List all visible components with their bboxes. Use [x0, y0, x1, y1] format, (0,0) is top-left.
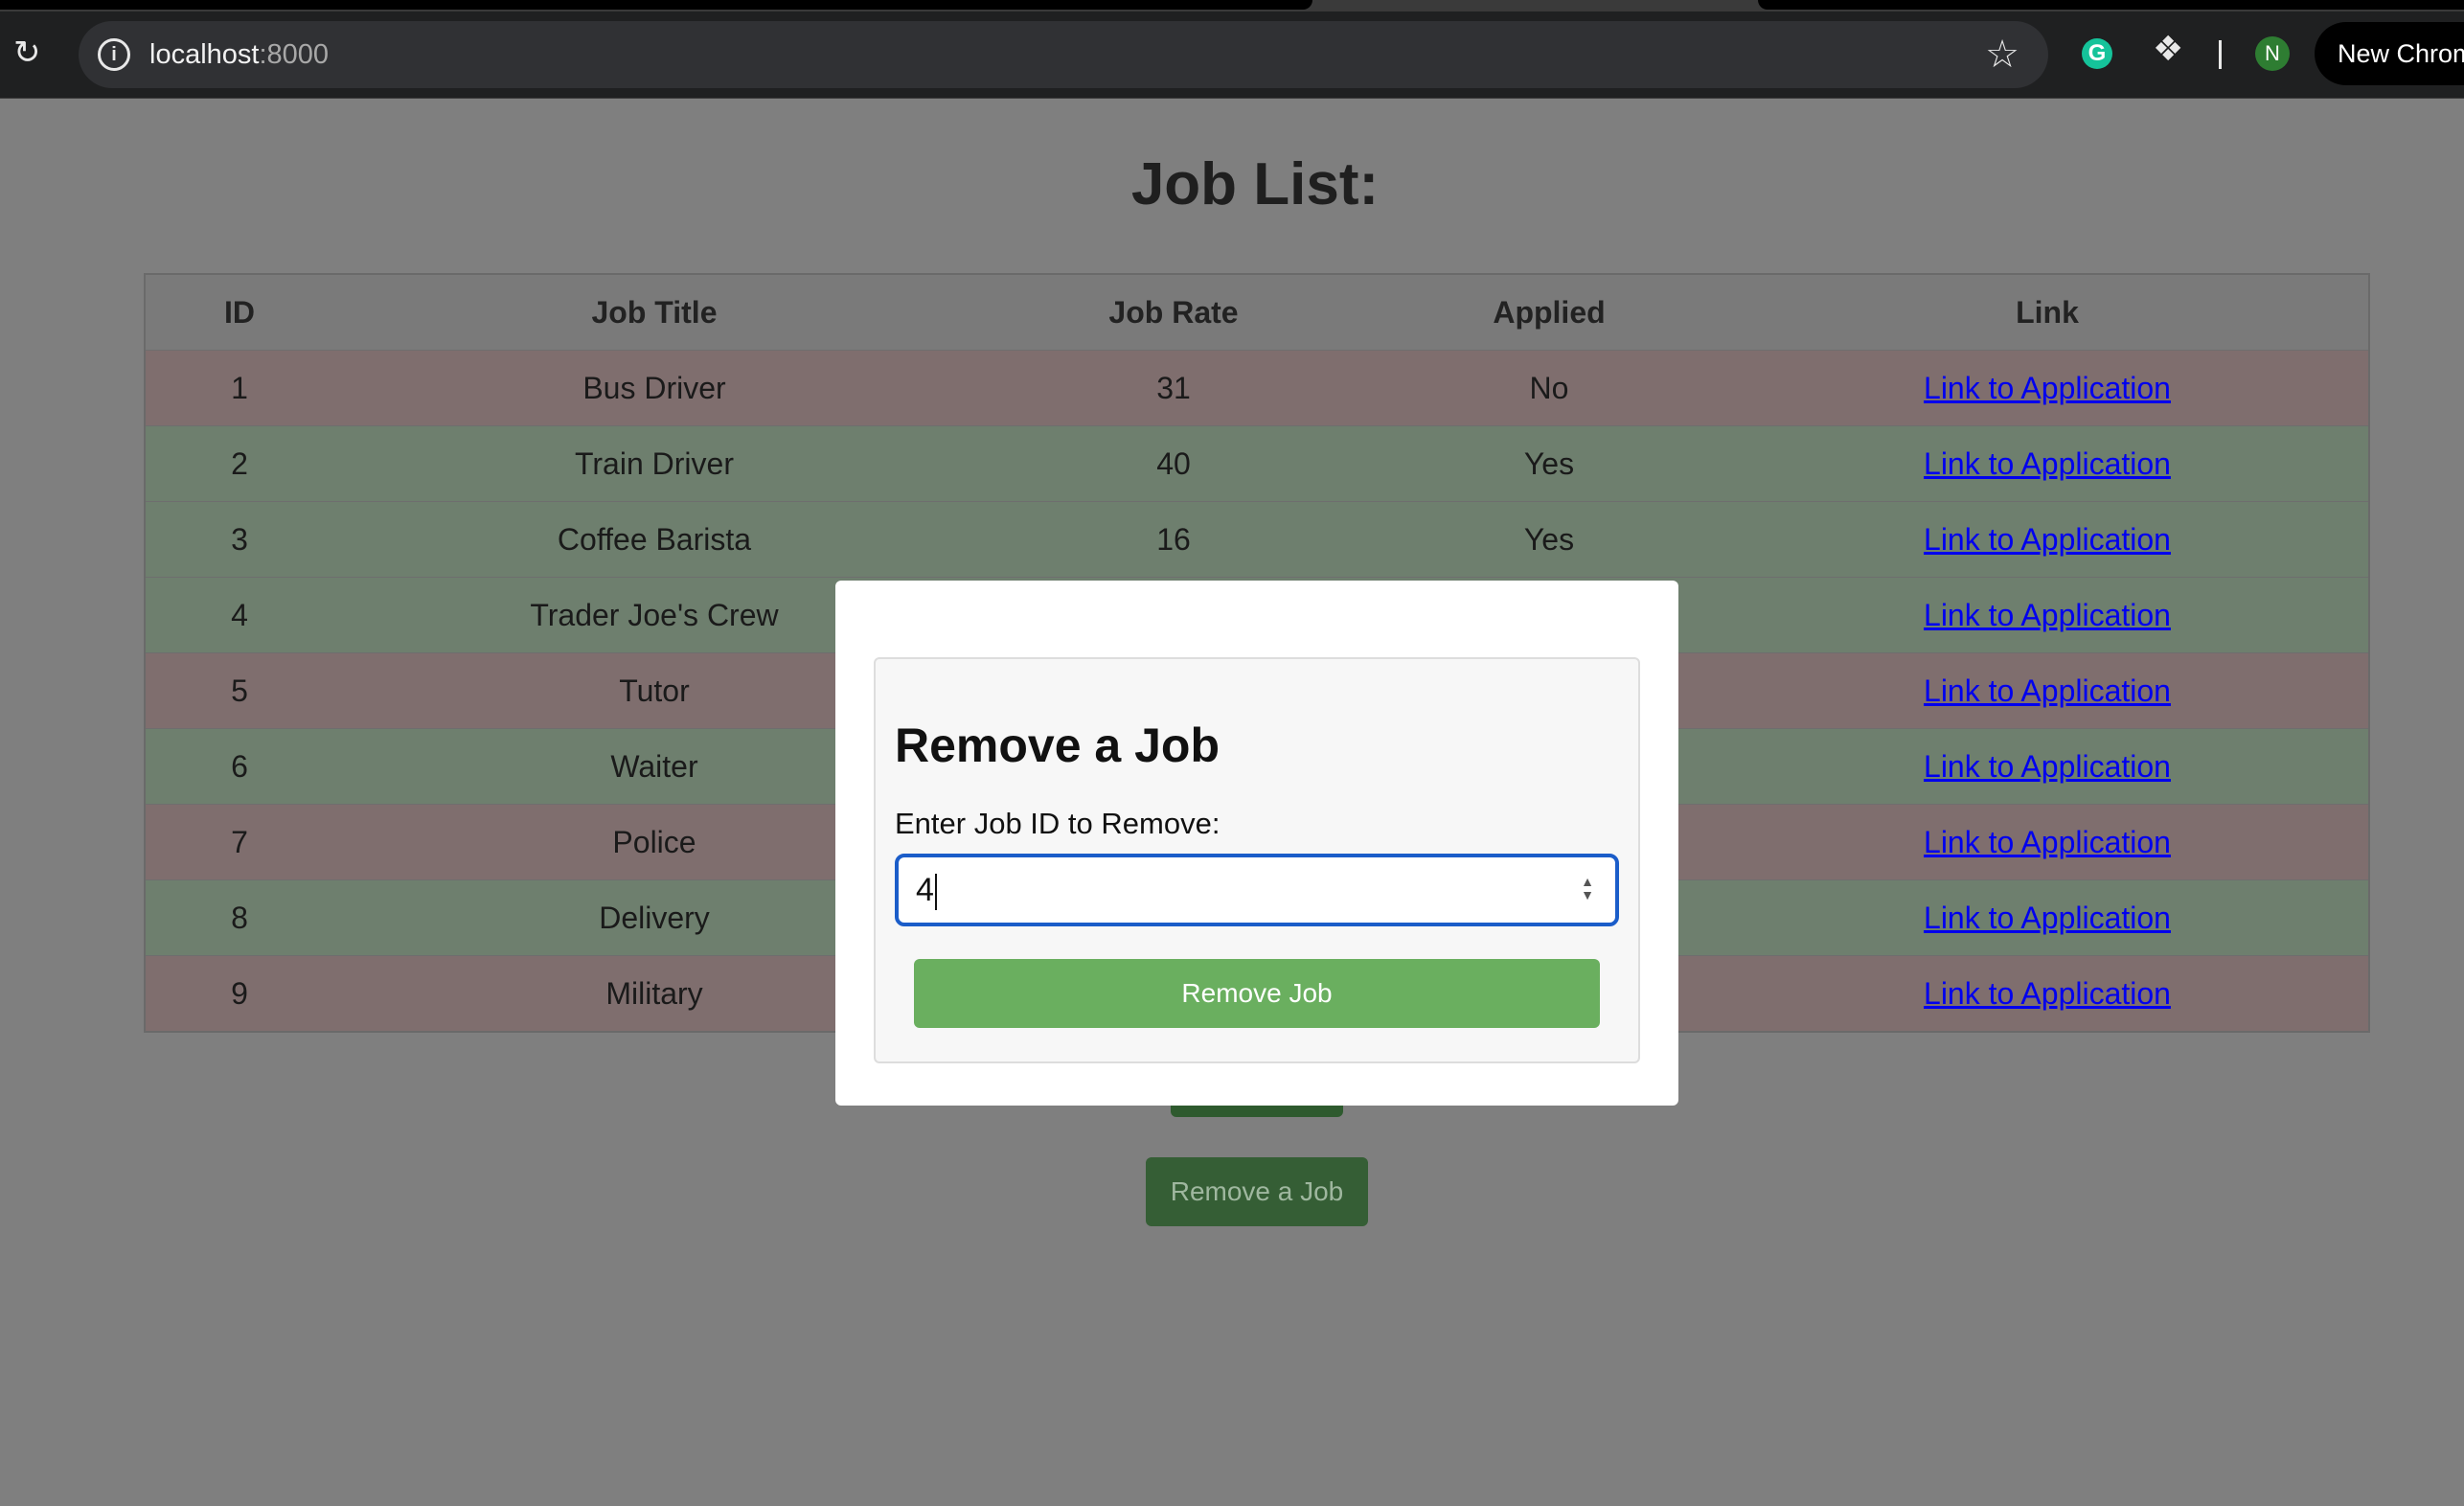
application-link[interactable]: Link to Application [1924, 371, 2171, 405]
page-title: Job List: [1130, 151, 1380, 217]
cell-id: 1 [145, 350, 333, 426]
cell-job-rate: 31 [975, 350, 1372, 426]
cell-id: 7 [145, 804, 333, 880]
cell-id: 2 [145, 425, 333, 502]
cell-id: 5 [145, 652, 333, 729]
table-header-row: ID Job Title Job Rate Applied Link [145, 274, 2369, 351]
application-link[interactable]: Link to Application [1924, 446, 2171, 481]
cell-id: 4 [145, 577, 333, 653]
cell-job-rate: 40 [975, 425, 1372, 502]
job-id-input[interactable]: 4 ▲ ▼ [895, 854, 1619, 926]
remove-job-submit-button[interactable]: Remove Job [914, 959, 1600, 1028]
cell-id: 9 [145, 955, 333, 1033]
cell-id: 8 [145, 879, 333, 956]
job-id-label: Enter Job ID to Remove: [895, 807, 1221, 840]
column-header-applied: Applied [1372, 274, 1726, 351]
cell-link: Link to Application [1726, 501, 2369, 578]
remove-a-job-button[interactable]: Remove a Job [1146, 1157, 1368, 1226]
bookmark-star-icon[interactable]: ☆ [1985, 34, 2019, 76]
job-id-value: 4 [916, 872, 934, 908]
cell-link: Link to Application [1726, 879, 2369, 956]
column-header-id: ID [145, 274, 333, 351]
cell-link: Link to Application [1726, 350, 2369, 426]
application-link[interactable]: Link to Application [1924, 825, 2171, 859]
table-row: 1 Bus Driver 31 No Link to Application [145, 350, 2369, 426]
cell-applied: No [1372, 350, 1726, 426]
cell-applied: Yes [1372, 501, 1726, 578]
cell-link: Link to Application [1726, 804, 2369, 880]
remove-job-form: Remove a Job Enter Job ID to Remove: 4 ▲… [874, 657, 1640, 1063]
table-row: 3 Coffee Barista 16 Yes Link to Applicat… [145, 501, 2369, 578]
cell-job-title: Train Driver [333, 425, 975, 502]
column-header-link: Link [1726, 274, 2369, 351]
new-chrome-button[interactable]: New Chrome [2315, 22, 2464, 85]
toolbar-separator [2219, 40, 2222, 69]
cell-id: 6 [145, 728, 333, 805]
url-host: localhost [149, 39, 260, 70]
browser-tab[interactable] [1758, 0, 2464, 10]
cell-link: Link to Application [1726, 652, 2369, 729]
application-link[interactable]: Link to Application [1924, 522, 2171, 557]
cell-job-rate: 16 [975, 501, 1372, 578]
application-link[interactable]: Link to Application [1924, 598, 2171, 632]
url-text: localhost:8000 [149, 36, 329, 73]
table-row: 2 Train Driver 40 Yes Link to Applicatio… [145, 425, 2369, 502]
cell-link: Link to Application [1726, 955, 2369, 1033]
cell-link: Link to Application [1726, 577, 2369, 653]
remove-job-modal: Remove a Job Enter Job ID to Remove: 4 ▲… [835, 581, 1678, 1106]
cell-id: 3 [145, 501, 333, 578]
grammarly-extension-icon[interactable]: G [2082, 38, 2112, 69]
profile-avatar[interactable]: N [2255, 36, 2290, 71]
browser-tab[interactable] [0, 0, 1312, 10]
site-info-icon[interactable]: i [98, 38, 130, 71]
application-link[interactable]: Link to Application [1924, 901, 2171, 935]
extensions-puzzle-icon[interactable]: ❖ [2153, 32, 2185, 66]
cell-link: Link to Application [1726, 425, 2369, 502]
reload-icon[interactable]: ↻ [13, 36, 46, 69]
application-link[interactable]: Link to Application [1924, 673, 2171, 708]
column-header-job-rate: Job Rate [975, 274, 1372, 351]
text-caret [934, 874, 937, 911]
cell-link: Link to Application [1726, 728, 2369, 805]
application-link[interactable]: Link to Application [1924, 749, 2171, 784]
url-port: :8000 [259, 39, 330, 70]
number-spinner-icon[interactable]: ▲ ▼ [1577, 875, 1598, 905]
cell-applied: Yes [1372, 425, 1726, 502]
application-link[interactable]: Link to Application [1924, 976, 2171, 1011]
address-bar[interactable]: i localhost:8000 ☆ [79, 21, 2048, 88]
cell-job-title: Bus Driver [333, 350, 975, 426]
column-header-job-title: Job Title [333, 274, 975, 351]
cell-job-title: Coffee Barista [333, 501, 975, 578]
modal-title: Remove a Job [895, 719, 1221, 772]
